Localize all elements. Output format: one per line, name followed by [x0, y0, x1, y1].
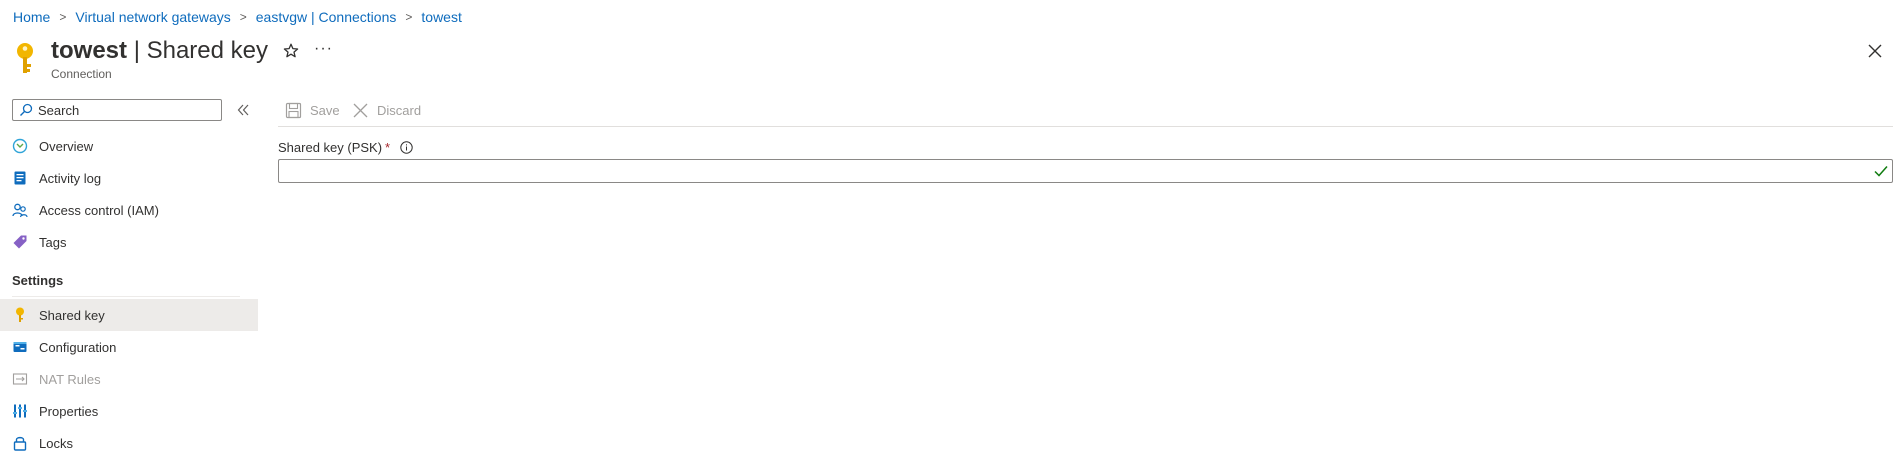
- save-icon: [285, 102, 302, 118]
- sidebar-item-configuration[interactable]: Configuration: [0, 331, 258, 363]
- sidebar-item-access-control[interactable]: Access control (IAM): [0, 194, 258, 226]
- properties-icon: [11, 402, 29, 420]
- psk-field: [278, 159, 1893, 183]
- discard-button[interactable]: Discard: [352, 100, 421, 120]
- nat-rules-icon: [11, 370, 29, 388]
- page-title: towest | Shared key: [51, 36, 268, 66]
- iam-icon: [11, 201, 29, 219]
- blade-name: Shared key: [146, 37, 268, 64]
- valid-check-icon: [1874, 166, 1888, 177]
- key-icon: [11, 306, 29, 324]
- breadcrumb: Home > Virtual network gateways > eastvg…: [13, 8, 462, 26]
- breadcrumb-separator: >: [239, 10, 247, 24]
- tag-icon: [11, 233, 29, 251]
- collapse-sidebar-icon[interactable]: [235, 102, 251, 118]
- psk-input[interactable]: [285, 160, 1859, 182]
- activity-log-icon: [11, 169, 29, 187]
- divider: [12, 296, 240, 297]
- save-button[interactable]: Save: [285, 100, 340, 120]
- psk-label-text: Shared key (PSK): [278, 140, 383, 155]
- lock-icon: [11, 434, 29, 452]
- search-input[interactable]: [38, 102, 208, 118]
- sidebar-item-overview[interactable]: Overview: [0, 130, 258, 162]
- discard-label: Discard: [377, 102, 422, 118]
- title-divider: |: [133, 37, 140, 64]
- overview-icon: [11, 137, 29, 155]
- sidebar-item-label: Tags: [39, 234, 67, 250]
- search-icon: [20, 103, 33, 116]
- sidebar-item-label: Shared key: [39, 307, 105, 323]
- sidebar-item-activity-log[interactable]: Activity log: [0, 162, 258, 194]
- configuration-icon: [11, 338, 29, 356]
- sidebar-item-label: Access control (IAM): [39, 202, 159, 218]
- breadcrumb-separator: >: [405, 10, 413, 24]
- sidebar-item-label: Locks: [39, 435, 73, 451]
- discard-icon: [353, 103, 368, 117]
- sidebar-item-label: Overview: [39, 138, 94, 154]
- psk-label: Shared key (PSK) *: [278, 140, 413, 155]
- sidebar-item-shared-key[interactable]: Shared key: [0, 299, 258, 331]
- breadcrumb-separator: >: [59, 10, 67, 24]
- breadcrumb-virtual-network-gateways[interactable]: Virtual network gateways: [75, 9, 230, 25]
- resource-type: Connection: [51, 67, 112, 81]
- more-options-icon[interactable]: ···: [314, 40, 333, 58]
- sidebar-item-properties[interactable]: Properties: [0, 395, 258, 427]
- toolbar-divider: [278, 126, 1893, 127]
- settings-section-title: Settings: [12, 273, 64, 288]
- search-box: [12, 99, 222, 121]
- key-icon: [17, 43, 33, 73]
- sidebar-item-label: NAT Rules: [39, 371, 101, 387]
- sidebar-item-label: Activity log: [39, 170, 102, 186]
- breadcrumb-home[interactable]: Home: [13, 9, 50, 25]
- resource-name: towest: [51, 37, 128, 64]
- info-icon[interactable]: [400, 141, 413, 154]
- sidebar-item-tags[interactable]: Tags: [0, 226, 258, 258]
- save-label: Save: [310, 102, 340, 118]
- sidebar-item-label: Configuration: [39, 339, 117, 355]
- sidebar-item-locks[interactable]: Locks: [0, 427, 258, 459]
- breadcrumb-towest[interactable]: towest: [421, 9, 461, 25]
- close-icon[interactable]: [1866, 42, 1884, 60]
- sidebar-item-nat-rules: NAT Rules: [0, 363, 258, 395]
- breadcrumb-eastvgw-connections[interactable]: eastvgw | Connections: [256, 9, 397, 25]
- required-marker: *: [385, 140, 391, 155]
- star-icon[interactable]: [282, 42, 300, 60]
- sidebar-item-label: Properties: [39, 403, 99, 419]
